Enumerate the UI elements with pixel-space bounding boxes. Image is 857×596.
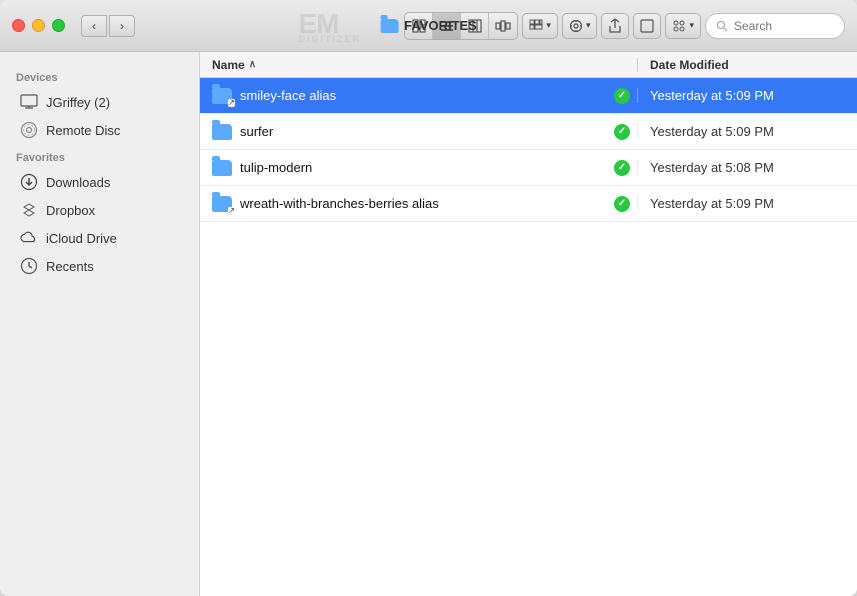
folder-icon bbox=[212, 88, 232, 104]
file-status: ✓ bbox=[607, 124, 637, 140]
search-icon bbox=[716, 20, 728, 32]
downloads-label: Downloads bbox=[46, 175, 110, 190]
sidebar-item-remote-disc[interactable]: Remote Disc bbox=[0, 116, 199, 144]
search-bar[interactable] bbox=[705, 13, 845, 39]
devices-section-label: Devices bbox=[0, 64, 199, 88]
file-list-header: Name ∧ Date Modified bbox=[200, 52, 857, 78]
maximize-button[interactable] bbox=[52, 19, 65, 32]
recents-icon bbox=[20, 257, 38, 275]
file-date: Yesterday at 5:08 PM bbox=[650, 160, 774, 175]
back-button[interactable]: ‹ bbox=[81, 15, 107, 37]
folder-icon bbox=[212, 124, 232, 140]
file-status: ✓ bbox=[607, 196, 637, 212]
file-rows-container: smiley-face alias ✓ Yesterday at 5:09 PM… bbox=[200, 78, 857, 222]
action-button[interactable]: ▾ bbox=[562, 13, 598, 39]
cover-flow-button[interactable] bbox=[489, 13, 517, 39]
monitor-icon bbox=[20, 93, 38, 111]
gallery-view-dropdown[interactable]: ▾ bbox=[522, 13, 558, 39]
recents-label: Recents bbox=[46, 259, 94, 274]
sync-status-icon: ✓ bbox=[614, 196, 630, 212]
file-cell-date: Yesterday at 5:09 PM bbox=[637, 88, 857, 103]
title-folder-icon bbox=[380, 19, 398, 33]
search-input[interactable] bbox=[734, 19, 834, 33]
file-name: wreath-with-branches-berries alias bbox=[240, 196, 439, 211]
file-status: ✓ bbox=[607, 88, 637, 104]
file-cell-name: smiley-face alias bbox=[200, 88, 607, 104]
file-row[interactable]: surfer ✓ Yesterday at 5:09 PM bbox=[200, 114, 857, 150]
sidebar-item-jgriffey[interactable]: JGriffey (2) bbox=[0, 88, 199, 116]
tag-button[interactable] bbox=[633, 13, 661, 39]
sidebar-item-downloads[interactable]: Downloads bbox=[0, 168, 199, 196]
window-title-area: FAVORITES bbox=[380, 18, 477, 33]
forward-button[interactable]: › bbox=[109, 15, 135, 37]
file-date: Yesterday at 5:09 PM bbox=[650, 196, 774, 211]
favorites-section-label: Favorites bbox=[0, 144, 199, 168]
file-date: Yesterday at 5:09 PM bbox=[650, 88, 774, 103]
dropbox-icon bbox=[20, 201, 38, 219]
name-column-header[interactable]: Name ∧ bbox=[200, 58, 637, 72]
icloud-icon bbox=[20, 229, 38, 247]
sidebar: Devices JGriffey (2) bbox=[0, 52, 200, 596]
sync-status-icon: ✓ bbox=[614, 88, 630, 104]
minimize-button[interactable] bbox=[32, 19, 45, 32]
dropbox-label: Dropbox bbox=[46, 203, 95, 218]
em-digitizer-logo: EM DIGITIZER bbox=[299, 8, 362, 44]
sidebar-item-recents[interactable]: Recents bbox=[0, 252, 199, 280]
file-cell-date: Yesterday at 5:09 PM bbox=[637, 196, 857, 211]
file-cell-name: surfer bbox=[200, 124, 607, 140]
file-date: Yesterday at 5:09 PM bbox=[650, 124, 774, 139]
file-row[interactable]: wreath-with-branches-berries alias ✓ Yes… bbox=[200, 186, 857, 222]
date-column-header[interactable]: Date Modified bbox=[637, 58, 857, 72]
share-button[interactable] bbox=[601, 13, 629, 39]
nav-buttons: ‹ › bbox=[81, 15, 135, 37]
file-cell-name: wreath-with-branches-berries alias bbox=[200, 196, 607, 212]
icloud-label: iCloud Drive bbox=[46, 231, 117, 246]
file-row[interactable]: tulip-modern ✓ Yesterday at 5:08 PM bbox=[200, 150, 857, 186]
folder-icon bbox=[212, 196, 232, 212]
disc-icon bbox=[20, 121, 38, 139]
file-cell-name: tulip-modern bbox=[200, 160, 607, 176]
sidebar-item-dropbox[interactable]: Dropbox bbox=[0, 196, 199, 224]
sync-status-icon: ✓ bbox=[614, 160, 630, 176]
window-title: FAVORITES bbox=[404, 18, 477, 33]
folder-icon bbox=[212, 160, 232, 176]
file-name: surfer bbox=[240, 124, 273, 139]
file-list: Name ∧ Date Modified smiley-face alias ✓… bbox=[200, 52, 857, 596]
sync-status-icon: ✓ bbox=[614, 124, 630, 140]
content-area: Devices JGriffey (2) bbox=[0, 52, 857, 596]
file-name: tulip-modern bbox=[240, 160, 312, 175]
sidebar-item-icloud[interactable]: iCloud Drive bbox=[0, 224, 199, 252]
finder-window: ‹ › EM DIGITIZER FAVORITES bbox=[0, 0, 857, 596]
file-status: ✓ bbox=[607, 160, 637, 176]
title-bar: ‹ › EM DIGITIZER FAVORITES bbox=[0, 0, 857, 52]
arrange-dropdown[interactable]: ▾ bbox=[665, 13, 701, 39]
file-cell-date: Yesterday at 5:08 PM bbox=[637, 160, 857, 175]
sort-arrow: ∧ bbox=[249, 59, 256, 70]
file-cell-date: Yesterday at 5:09 PM bbox=[637, 124, 857, 139]
traffic-lights bbox=[12, 19, 65, 32]
remote-disc-label: Remote Disc bbox=[46, 123, 120, 138]
jgriffey-label: JGriffey (2) bbox=[46, 95, 110, 110]
file-row[interactable]: smiley-face alias ✓ Yesterday at 5:09 PM bbox=[200, 78, 857, 114]
close-button[interactable] bbox=[12, 19, 25, 32]
downloads-icon bbox=[20, 173, 38, 191]
file-name: smiley-face alias bbox=[240, 88, 336, 103]
